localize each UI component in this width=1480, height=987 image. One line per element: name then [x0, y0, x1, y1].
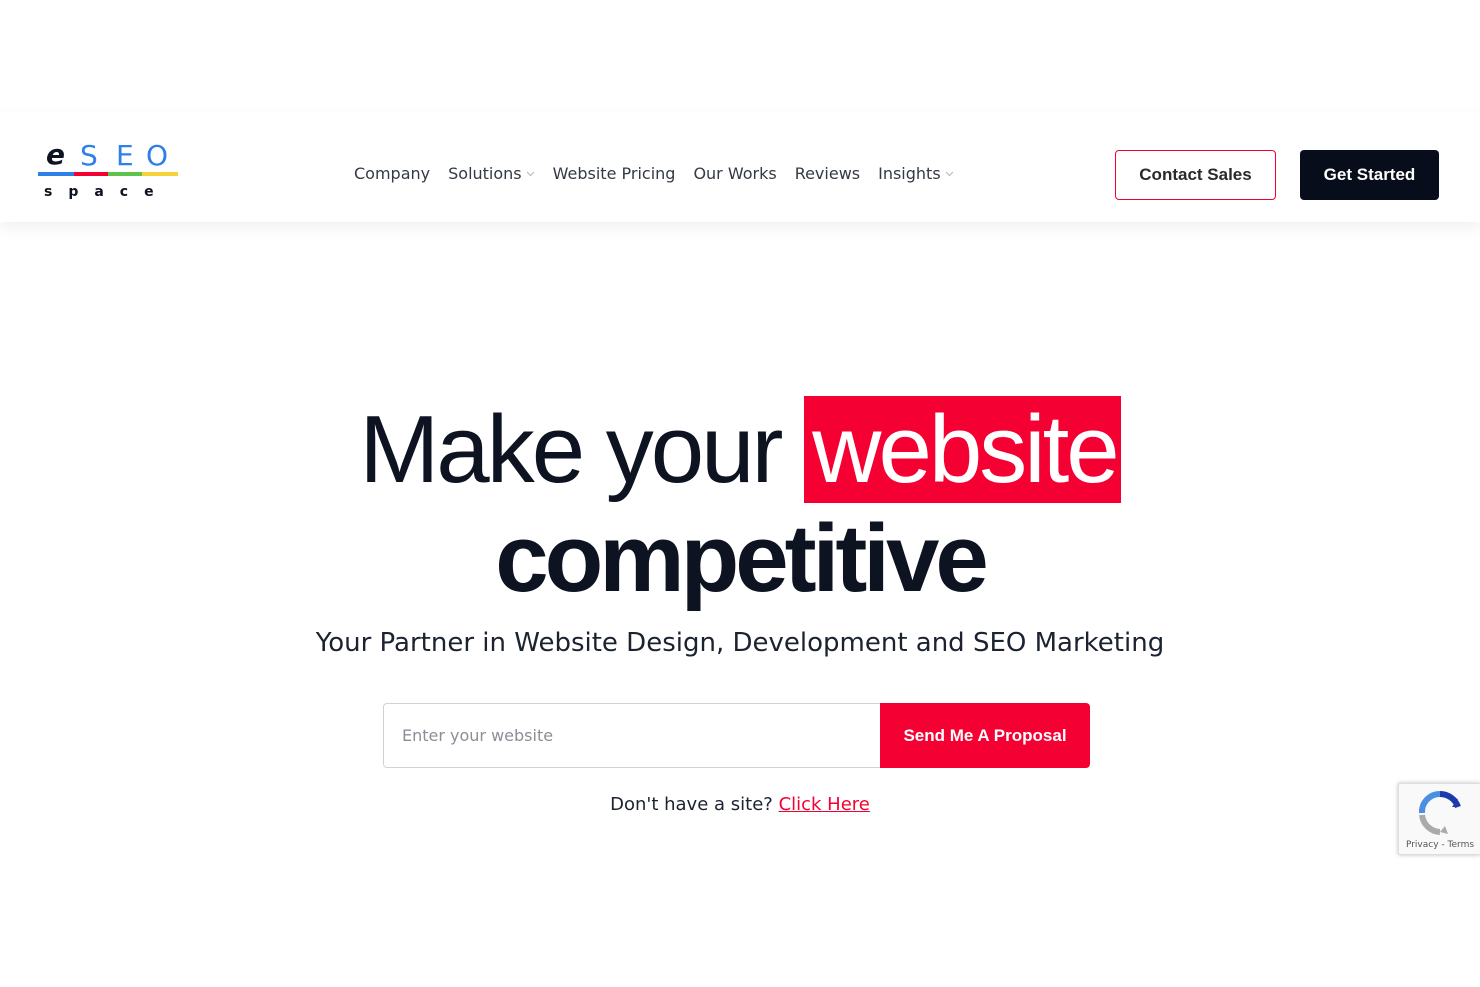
nav-item-reviews[interactable]: Reviews: [795, 164, 860, 183]
svg-text:O: O: [146, 139, 168, 172]
nav-item-insights[interactable]: Insights: [878, 164, 954, 183]
nav-label: Insights: [878, 164, 941, 183]
hero: Make your website competitive: [0, 395, 1480, 609]
nav-label: Website Pricing: [552, 164, 676, 183]
headline-highlight: website: [804, 396, 1121, 503]
nav-label: Our Works: [693, 164, 777, 183]
hero-headline-line1: Make your website: [0, 395, 1480, 505]
nav-label: Solutions: [448, 164, 522, 183]
svg-text:e: e: [46, 138, 65, 171]
hero-headline-line2: competitive: [495, 505, 988, 612]
no-site-text: Don't have a site?: [610, 794, 773, 815]
logo-graphic: e S E O space: [38, 138, 178, 200]
terms-link[interactable]: Terms: [1448, 840, 1475, 850]
get-started-button[interactable]: Get Started: [1300, 150, 1439, 200]
headline-prefix: Make your: [359, 396, 783, 503]
recaptcha-badge[interactable]: Privacy - Terms: [1398, 783, 1480, 855]
send-proposal-button[interactable]: Send Me A Proposal: [880, 703, 1090, 768]
nav-item-company[interactable]: Company: [354, 164, 430, 183]
site-header: e S E O space Company Solutions Website …: [0, 112, 1480, 222]
no-site-prompt: Don't have a site? Click Here: [0, 794, 1480, 815]
nav-item-website-pricing[interactable]: Website Pricing: [553, 164, 676, 183]
hero-subtitle: Your Partner in Website Design, Developm…: [315, 628, 1165, 658]
svg-text:S: S: [80, 139, 98, 172]
proposal-form: Send Me A Proposal: [383, 703, 1090, 768]
nav-item-solutions[interactable]: Solutions: [448, 164, 535, 183]
privacy-link[interactable]: Privacy: [1406, 840, 1439, 850]
recaptcha-icon: [1419, 790, 1461, 835]
links-separator: -: [1441, 840, 1445, 850]
website-input[interactable]: [383, 703, 880, 768]
chevron-down-icon: [526, 171, 535, 176]
contact-sales-button[interactable]: Contact Sales: [1115, 150, 1276, 200]
recaptcha-links: Privacy - Terms: [1399, 840, 1480, 850]
svg-text:space: space: [44, 184, 170, 200]
svg-text:E: E: [116, 139, 134, 172]
nav-label: Company: [354, 164, 431, 183]
nav-item-our-works[interactable]: Our Works: [693, 164, 776, 183]
nav-label: Reviews: [794, 164, 861, 183]
main-nav: Company Solutions Website Pricing Our Wo…: [354, 164, 972, 183]
chevron-down-icon: [945, 171, 954, 176]
click-here-link[interactable]: Click Here: [779, 794, 870, 815]
eseo-space-logo[interactable]: e S E O space: [38, 138, 180, 200]
